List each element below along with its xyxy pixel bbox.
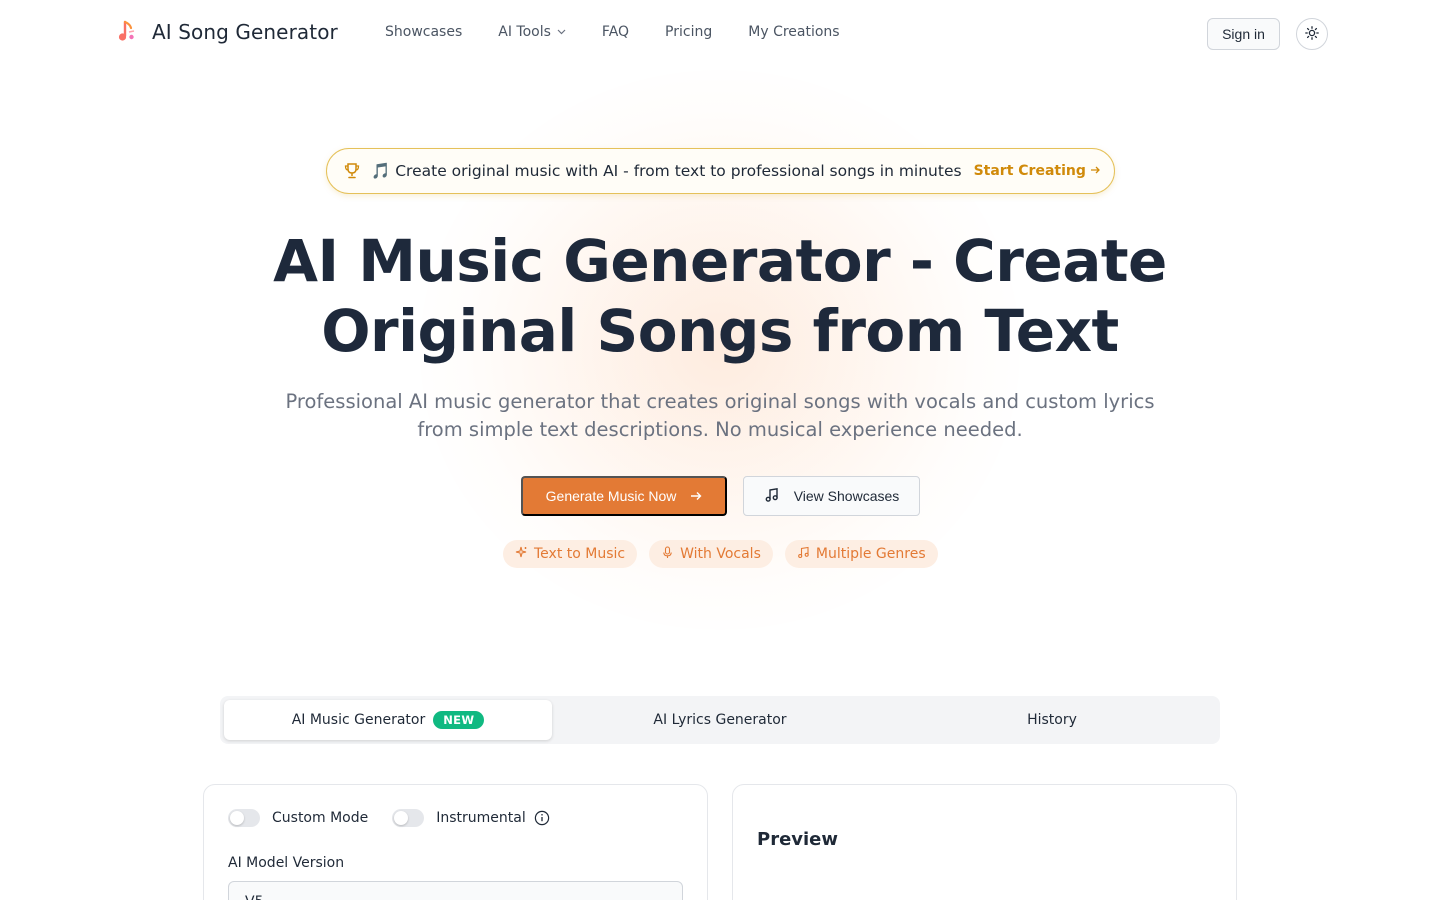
tab-history[interactable]: History xyxy=(888,700,1216,740)
site-header: AI Song Generator Showcases AI Tools FAQ… xyxy=(0,0,1440,68)
tab-ai-lyrics-generator[interactable]: AI Lyrics Generator xyxy=(556,700,884,740)
instrumental-label: Instrumental xyxy=(436,810,526,826)
view-showcases-button[interactable]: View Showcases xyxy=(743,476,920,516)
theme-toggle-button[interactable] xyxy=(1296,18,1328,50)
chip-text-to-music: Text to Music xyxy=(503,540,638,568)
music-note-icon xyxy=(797,546,810,563)
generator-tabs: AI Music Generator NEW AI Lyrics Generat… xyxy=(220,696,1220,744)
brand-name: AI Song Generator xyxy=(152,20,338,44)
hero-subtitle: Professional AI music generator that cre… xyxy=(260,388,1180,444)
nav-ai-tools-label: AI Tools xyxy=(498,24,551,40)
hero-subtitle-line-2: from simple text descriptions. No musica… xyxy=(417,418,1023,441)
nav-faq[interactable]: FAQ xyxy=(602,24,629,40)
preview-title: Preview xyxy=(757,829,839,850)
hero-title-line-1: AI Music Generator - Create xyxy=(273,227,1167,295)
mic-icon xyxy=(661,545,674,563)
trophy-icon xyxy=(343,162,361,180)
brand[interactable]: AI Song Generator xyxy=(116,18,338,46)
view-showcases-label: View Showcases xyxy=(793,488,900,504)
feature-chips: Text to Music With Vocals Multiple Genre… xyxy=(503,540,938,568)
start-creating-label: Start Creating xyxy=(973,163,1086,179)
tab-ai-music-generator[interactable]: AI Music Generator NEW xyxy=(224,700,552,740)
model-version-select[interactable]: V5 xyxy=(228,881,683,900)
sign-in-button[interactable]: Sign in xyxy=(1207,18,1280,50)
main-nav: Showcases AI Tools FAQ Pricing My Creati… xyxy=(385,24,840,40)
hero-title-line-2: Original Songs from Text xyxy=(321,297,1119,365)
tab-label: AI Lyrics Generator xyxy=(653,712,787,728)
music-note-logo-icon xyxy=(116,18,138,46)
model-version-label: AI Model Version xyxy=(228,855,345,871)
music-note-icon xyxy=(764,487,780,506)
new-badge: NEW xyxy=(433,711,485,729)
generator-form-panel: Custom Mode Instrumental AI Model Versio… xyxy=(203,784,708,900)
arrow-right-icon xyxy=(1090,163,1101,179)
hero-subtitle-line-1: Professional AI music generator that cre… xyxy=(285,390,1155,413)
chip-with-vocals: With Vocals xyxy=(649,540,773,568)
tab-label: AI Music Generator xyxy=(291,712,426,728)
generate-music-button[interactable]: Generate Music Now xyxy=(521,476,727,516)
tab-label: History xyxy=(1027,712,1077,728)
start-creating-link[interactable]: Start Creating xyxy=(974,163,1101,179)
announcement-banner[interactable]: 🎵 Create original music with AI - from t… xyxy=(326,148,1115,194)
info-icon[interactable] xyxy=(534,810,550,826)
custom-mode-label: Custom Mode xyxy=(272,810,369,826)
arrow-right-icon xyxy=(690,488,702,504)
announcement-text: 🎵 Create original music with AI - from t… xyxy=(371,162,962,180)
chevron-down-icon xyxy=(557,28,566,38)
hero-title: AI Music Generator - Create Original Son… xyxy=(220,226,1220,366)
chip-label: Text to Music xyxy=(534,546,626,562)
mode-toggles: Custom Mode Instrumental xyxy=(228,809,550,827)
generate-music-label: Generate Music Now xyxy=(545,488,677,504)
chip-label: With Vocals xyxy=(680,546,761,562)
custom-mode-switch[interactable] xyxy=(228,809,260,827)
instrumental-switch[interactable] xyxy=(392,809,425,827)
nav-pricing[interactable]: Pricing xyxy=(665,24,712,40)
chip-multiple-genres: Multiple Genres xyxy=(784,540,938,568)
sun-icon xyxy=(1305,25,1319,43)
nav-ai-tools[interactable]: AI Tools xyxy=(498,24,566,40)
nav-showcases[interactable]: Showcases xyxy=(385,24,462,40)
chip-label: Multiple Genres xyxy=(815,546,926,562)
sparkle-icon xyxy=(515,546,528,563)
preview-panel: Preview xyxy=(732,784,1237,900)
nav-my-creations[interactable]: My Creations xyxy=(748,24,839,40)
